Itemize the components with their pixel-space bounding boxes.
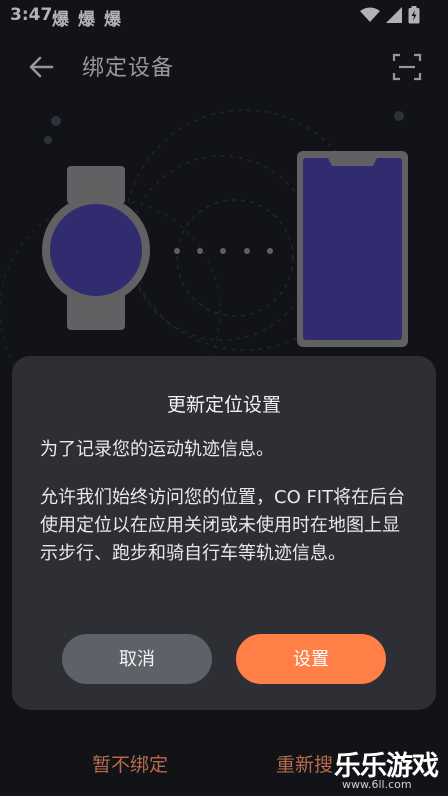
- dialog-message-2: 允许我们始终访问您的位置，CO FIT将在后台使用定位以在应用关闭或未使用时在地…: [40, 487, 406, 564]
- settings-button[interactable]: 设置: [236, 634, 386, 684]
- rescan-button[interactable]: 重新搜: [276, 750, 333, 777]
- dialog-message-1: 为了记录您的运动轨迹信息。: [40, 439, 274, 460]
- cancel-button[interactable]: 取消: [62, 634, 212, 684]
- skip-binding-button[interactable]: 暂不绑定: [92, 750, 168, 777]
- watermark-url: www.6ll.com: [342, 778, 412, 791]
- location-settings-dialog: 更新定位设置 为了记录您的运动轨迹信息。 允许我们始终访问您的位置，CO FIT…: [12, 356, 436, 710]
- watermark: 乐乐游戏 www.6ll.com: [334, 744, 446, 796]
- dialog-title: 更新定位设置: [166, 394, 281, 416]
